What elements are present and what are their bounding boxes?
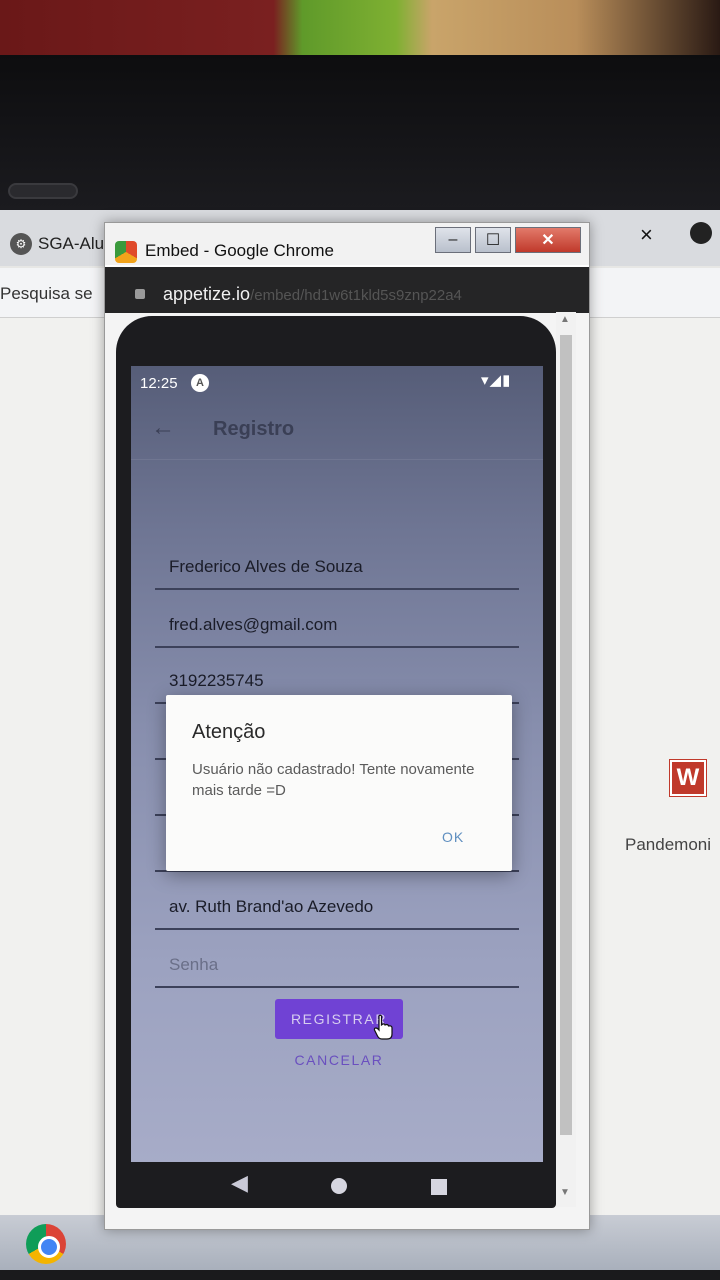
- maximize-button[interactable]: ☐: [475, 227, 511, 253]
- dialog-title: Atenção: [192, 721, 266, 743]
- background-close-icon[interactable]: ×: [640, 222, 653, 248]
- side-link-label[interactable]: Pandemoni: [625, 835, 711, 855]
- wifi-signal-battery-icon: ▾◢▮: [481, 372, 512, 389]
- globe-icon[interactable]: [690, 222, 712, 244]
- page-title: Registro: [213, 418, 295, 440]
- dialog-message: Usuário não cadastrado! Tente novamente …: [192, 761, 475, 799]
- monitor-bezel: [0, 55, 720, 220]
- background-tab[interactable]: ⚙ SGA-Alu: [0, 222, 104, 266]
- chrome-taskbar-icon[interactable]: [26, 1224, 66, 1264]
- name-field[interactable]: Frederico Alves de Souza: [155, 542, 519, 590]
- app-bar: ← Registro: [131, 400, 543, 460]
- status-time: 12:25: [140, 375, 178, 392]
- bezel-detail: [8, 183, 78, 199]
- photo-background: [0, 0, 720, 60]
- cancel-button[interactable]: CANCELAR: [275, 1046, 403, 1074]
- field-value: av. Ruth Brand'ao Azevedo: [169, 897, 374, 916]
- url-text[interactable]: appetize.io/embed/hd1w6t1kld5s9znp22a4: [163, 284, 462, 305]
- phone-screen: 12:25 A ▾◢▮ ← Registro Frederico Alves d…: [131, 366, 543, 1166]
- scroll-up-icon[interactable]: ▲: [560, 314, 570, 325]
- field-placeholder: Senha: [169, 955, 219, 974]
- close-button[interactable]: ✕: [515, 227, 581, 253]
- address-field[interactable]: av. Ruth Brand'ao Azevedo: [155, 882, 519, 930]
- password-field[interactable]: Senha: [155, 940, 519, 988]
- window-title: Embed - Google Chrome: [145, 241, 334, 260]
- alert-dialog: Atenção Usuário não cadastrado! Tente no…: [166, 695, 512, 871]
- field-value: fred.alves@gmail.com: [169, 615, 338, 634]
- nav-back-icon[interactable]: ◀: [231, 1170, 248, 1196]
- status-bar: 12:25 A ▾◢▮: [131, 366, 543, 400]
- tab-favicon-icon: ⚙: [10, 233, 32, 255]
- url-host: appetize.io: [163, 284, 251, 304]
- minimize-button[interactable]: –: [435, 227, 471, 253]
- back-arrow-icon[interactable]: ←: [151, 414, 175, 442]
- app-logo-icon: [115, 241, 137, 263]
- scrollbar-thumb[interactable]: [560, 335, 572, 1135]
- android-nav-bar: ◀: [131, 1162, 543, 1206]
- hand-cursor-icon: [373, 1014, 393, 1040]
- window-title-bar: Embed - Google Chrome – ☐ ✕: [105, 223, 589, 265]
- dialog-ok-button[interactable]: OK: [442, 829, 464, 845]
- url-path: /embed/hd1w6t1kld5s9znp22a4: [250, 287, 462, 304]
- email-field[interactable]: fred.alves@gmail.com: [155, 600, 519, 648]
- field-value: Frederico Alves de Souza: [169, 557, 363, 576]
- field-value: 3192235745: [169, 671, 264, 690]
- background-tab-title: SGA-Alu: [38, 234, 105, 253]
- nav-home-icon[interactable]: [331, 1178, 347, 1194]
- scroll-down-icon[interactable]: ▼: [560, 1187, 570, 1198]
- nav-recents-icon[interactable]: [431, 1179, 447, 1195]
- bookmark-item[interactable]: Pesquisa se: [0, 284, 93, 304]
- w-logo-icon[interactable]: W: [669, 759, 707, 797]
- lock-icon: [135, 289, 145, 299]
- notification-icon: A: [191, 374, 209, 392]
